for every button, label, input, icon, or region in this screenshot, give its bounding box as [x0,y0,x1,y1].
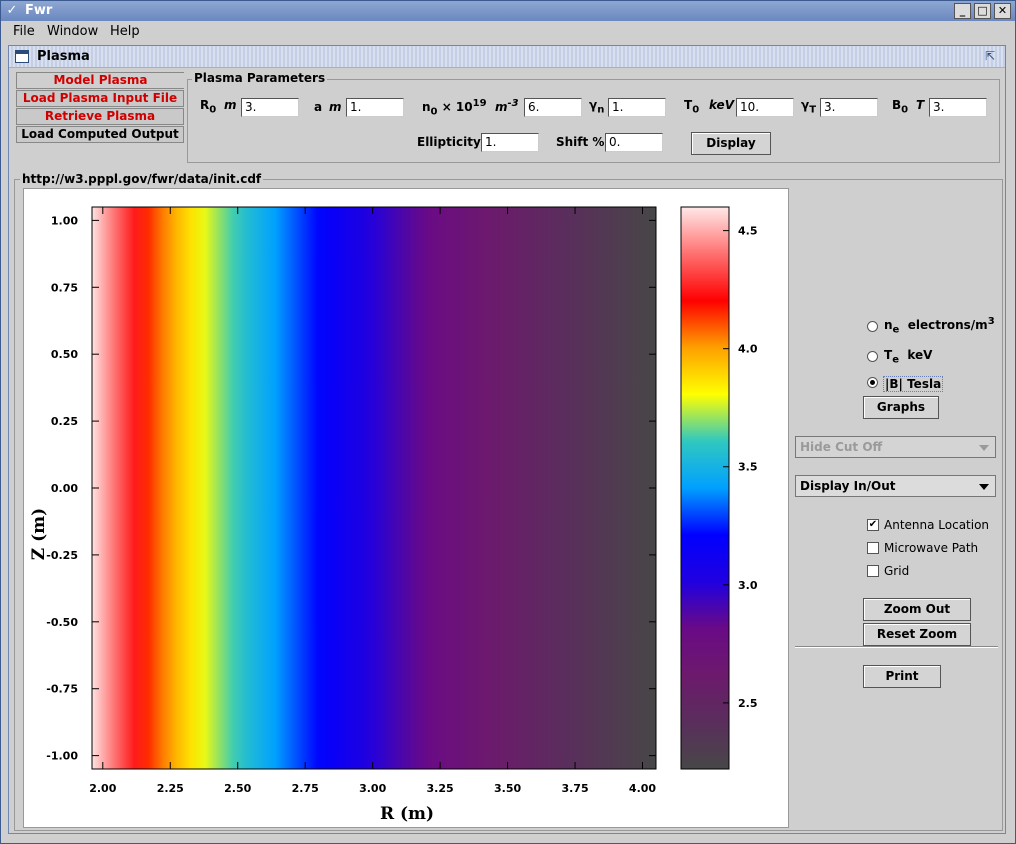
radio-ne[interactable] [867,321,878,332]
n0-unit: m-3 [495,98,519,114]
tab-load-plasma-input-file[interactable]: Load Plasma Input File [16,90,184,107]
shift-input[interactable]: 0. [605,133,663,152]
microwave-label: Microwave Path [884,541,979,555]
restore-icon[interactable]: ⇱ [985,49,999,63]
y-tick-label: -0.25 [46,549,78,562]
a-input[interactable]: 1. [346,98,404,117]
radio-b[interactable] [867,377,878,388]
b0-unit: T [916,98,925,112]
radio-te[interactable] [867,351,878,362]
tab-retrieve-plasma[interactable]: Retrieve Plasma [16,108,184,125]
window-title: Fwr [25,3,53,18]
radio-ne-label: ne electrons/m3 [884,316,995,336]
plasma-parameters-group [187,79,1000,163]
gamma-t-label: γT [801,98,817,116]
print-button[interactable]: Print [863,665,941,688]
x-tick-label: 3.25 [427,782,454,795]
x-tick-label: 2.00 [89,782,116,795]
title-bar[interactable]: ✓ Fwr _ □ ✕ [1,1,1015,21]
b0-input[interactable]: 3. [929,98,987,117]
ellipticity-input[interactable]: 1. [481,133,539,152]
n0-label: n0 × 1019 [422,98,487,118]
data-url: http://w3.pppl.gov/fwr/data/init.cdf [20,172,264,186]
y-tick-label: -1.00 [46,750,78,763]
x-tick-label: 2.50 [224,782,251,795]
x-tick-label: 3.50 [494,782,521,795]
reset-zoom-button[interactable]: Reset Zoom [863,623,971,646]
gamma-n-input[interactable]: 1. [608,98,666,117]
tab-load-computed-output[interactable]: Load Computed Output [16,126,184,143]
microwave-checkbox[interactable] [867,542,879,554]
grid-checkbox[interactable] [867,565,879,577]
t0-input[interactable]: 10. [736,98,794,117]
x-tick-label: 3.75 [561,782,588,795]
y-tick-label: 0.25 [51,415,78,428]
chevron-down-icon [979,445,989,451]
ellipticity-label: Ellipticity [417,135,481,149]
menu-file[interactable]: File [13,24,35,39]
y-tick-label: 0.50 [51,348,78,361]
plasma-parameters-label: Plasma Parameters [192,71,328,85]
gamma-t-input[interactable]: 3. [820,98,878,117]
x-tick-label: 2.25 [157,782,184,795]
colorbar-tick-label: 4.0 [738,343,758,356]
x-tick-label: 3.00 [359,782,386,795]
r0-unit: m [224,98,237,112]
y-axis-label: Z (m) [29,508,49,560]
n0-input[interactable]: 6. [524,98,582,117]
zoom-out-button[interactable]: Zoom Out [863,598,971,621]
colorbar: 4.5 4.0 3.5 3.0 2.5 [680,206,758,770]
radio-b-label: |B| Tesla [883,376,944,392]
gamma-n-label: γn [589,98,605,116]
t0-unit: keV [709,98,734,112]
plot-pane: 2.00 2.25 2.50 2.75 3.00 3.25 3.50 3.75 4.00 1.00… [23,188,789,828]
y-tick-label: -0.50 [46,616,78,629]
x-tick-label: 2.75 [292,782,319,795]
shift-label: Shift % [556,135,605,149]
frame-title: Plasma [37,49,90,64]
plasma-frame: Plasma ⇱ Model Plasma Load Plasma Input … [8,45,1006,834]
menu-window[interactable]: Window [47,24,98,39]
r0-input[interactable]: 3. [241,98,299,117]
r0-label: R0 [200,98,217,116]
x-tick-label: 4.00 [629,782,656,795]
t0-label: T0 [684,98,700,116]
plasma-frame-header[interactable]: Plasma ⇱ [9,46,1005,68]
window-menu-icon[interactable]: ✓ [4,3,20,19]
colorbar-tick-label: 2.5 [738,697,758,710]
y-tick-label: 1.00 [51,214,78,227]
display-in-out-combo[interactable]: Display In/Out [795,475,996,497]
chevron-down-icon [979,484,989,490]
a-label: a [314,100,323,114]
frame-icon [15,50,29,63]
cutoff-combo: Hide Cut Off [795,436,996,458]
close-icon[interactable]: ✕ [994,3,1011,19]
graphs-button[interactable]: Graphs [863,396,939,419]
colorbar-tick-label: 4.5 [738,225,758,238]
display-button[interactable]: Display [691,132,771,155]
colorbar-tick-label: 3.5 [738,461,758,474]
a-unit: m [329,100,342,114]
heatmap-field [92,207,656,769]
colorbar-tick-label: 3.0 [738,579,758,592]
colorbar-scale [680,206,730,770]
menu-bar: File Window Help [1,22,1015,42]
grid-label: Grid [884,564,910,578]
tab-model-plasma[interactable]: Model Plasma [16,72,184,89]
y-tick-label: 0.00 [51,482,78,495]
antenna-checkbox[interactable]: ✔ [867,519,879,531]
menu-help[interactable]: Help [110,24,140,39]
x-axis-label: R (m) [380,804,434,824]
antenna-label: Antenna Location [884,518,990,532]
minimize-icon[interactable]: _ [954,3,971,19]
separator [795,646,998,647]
heatmap-image [92,207,656,769]
b0-label: B0 [892,98,909,116]
radio-te-label: Te keV [884,348,933,366]
y-tick-label: -0.75 [46,683,78,696]
maximize-icon[interactable]: □ [974,3,991,19]
y-tick-label: 0.75 [51,281,78,294]
heatmap-chart[interactable]: 2.00 2.25 2.50 2.75 3.00 3.25 3.50 3.75 4.00 1.00… [24,189,790,829]
